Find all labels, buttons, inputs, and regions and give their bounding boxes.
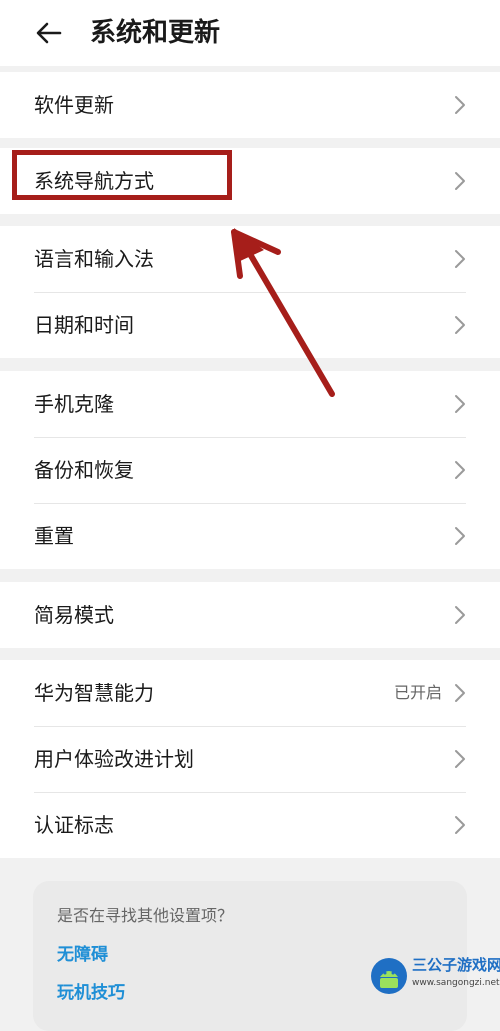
row-label: 语言和输入法 (34, 247, 154, 271)
chevron-right-icon (455, 816, 465, 834)
row-label: 手机克隆 (34, 392, 114, 416)
site-watermark: 三公子游戏网 www.sangongzi.net (370, 953, 500, 999)
android-logo-icon (371, 958, 407, 994)
row-phone-clone[interactable]: 手机克隆 (0, 371, 500, 437)
chevron-right-icon (455, 527, 465, 545)
row-label: 重置 (34, 524, 74, 548)
row-label: 用户体验改进计划 (34, 747, 194, 771)
settings-group-huawei: 华为智慧能力 已开启 用户体验改进计划 认证标志 (0, 660, 500, 858)
chevron-right-icon (455, 684, 465, 702)
row-user-experience[interactable]: 用户体验改进计划 (0, 726, 500, 792)
watermark-name: 三公子游戏网 (412, 956, 500, 974)
status-value: 已开启 (393, 683, 442, 702)
chevron-right-icon (455, 316, 465, 334)
row-huawei-ai[interactable]: 华为智慧能力 已开启 (0, 660, 500, 726)
row-label: 日期和时间 (34, 313, 134, 337)
row-backup-restore[interactable]: 备份和恢复 (0, 437, 500, 503)
arrow-left-icon[interactable] (34, 18, 64, 48)
chevron-right-icon (455, 172, 465, 190)
row-language-input[interactable]: 语言和输入法 (0, 226, 500, 292)
row-label: 软件更新 (34, 93, 114, 117)
chevron-right-icon (455, 250, 465, 268)
row-certification[interactable]: 认证标志 (0, 792, 500, 858)
suggestions-title: 是否在寻找其他设置项？ (57, 906, 234, 925)
settings-group-backup: 手机克隆 备份和恢复 重置 (0, 371, 500, 569)
row-label: 系统导航方式 (34, 169, 154, 193)
watermark-url: www.sangongzi.net (412, 978, 500, 988)
row-reset[interactable]: 重置 (0, 503, 500, 569)
settings-group-simple-mode: 简易模式 (0, 582, 500, 648)
row-system-navigation[interactable]: 系统导航方式 (0, 148, 500, 214)
row-simple-mode[interactable]: 简易模式 (0, 582, 500, 648)
row-label: 简易模式 (34, 603, 114, 627)
chevron-right-icon (455, 395, 465, 413)
chevron-right-icon (455, 461, 465, 479)
link-accessibility[interactable]: 无障碍 (57, 943, 108, 967)
chevron-right-icon (455, 96, 465, 114)
chevron-right-icon (455, 606, 465, 624)
settings-group-update: 软件更新 (0, 72, 500, 138)
row-label: 认证标志 (34, 813, 114, 837)
chevron-right-icon (455, 750, 465, 768)
settings-group-language-time: 语言和输入法 日期和时间 (0, 226, 500, 358)
row-label: 华为智慧能力 (34, 681, 154, 705)
page-title: 系统和更新 (90, 18, 221, 48)
row-software-update[interactable]: 软件更新 (0, 72, 500, 138)
link-tips[interactable]: 玩机技巧 (57, 981, 125, 1005)
row-date-time[interactable]: 日期和时间 (0, 292, 500, 358)
top-bar: 系统和更新 (0, 0, 500, 66)
settings-group-navigation: 系统导航方式 (0, 148, 500, 214)
row-label: 备份和恢复 (34, 458, 134, 482)
